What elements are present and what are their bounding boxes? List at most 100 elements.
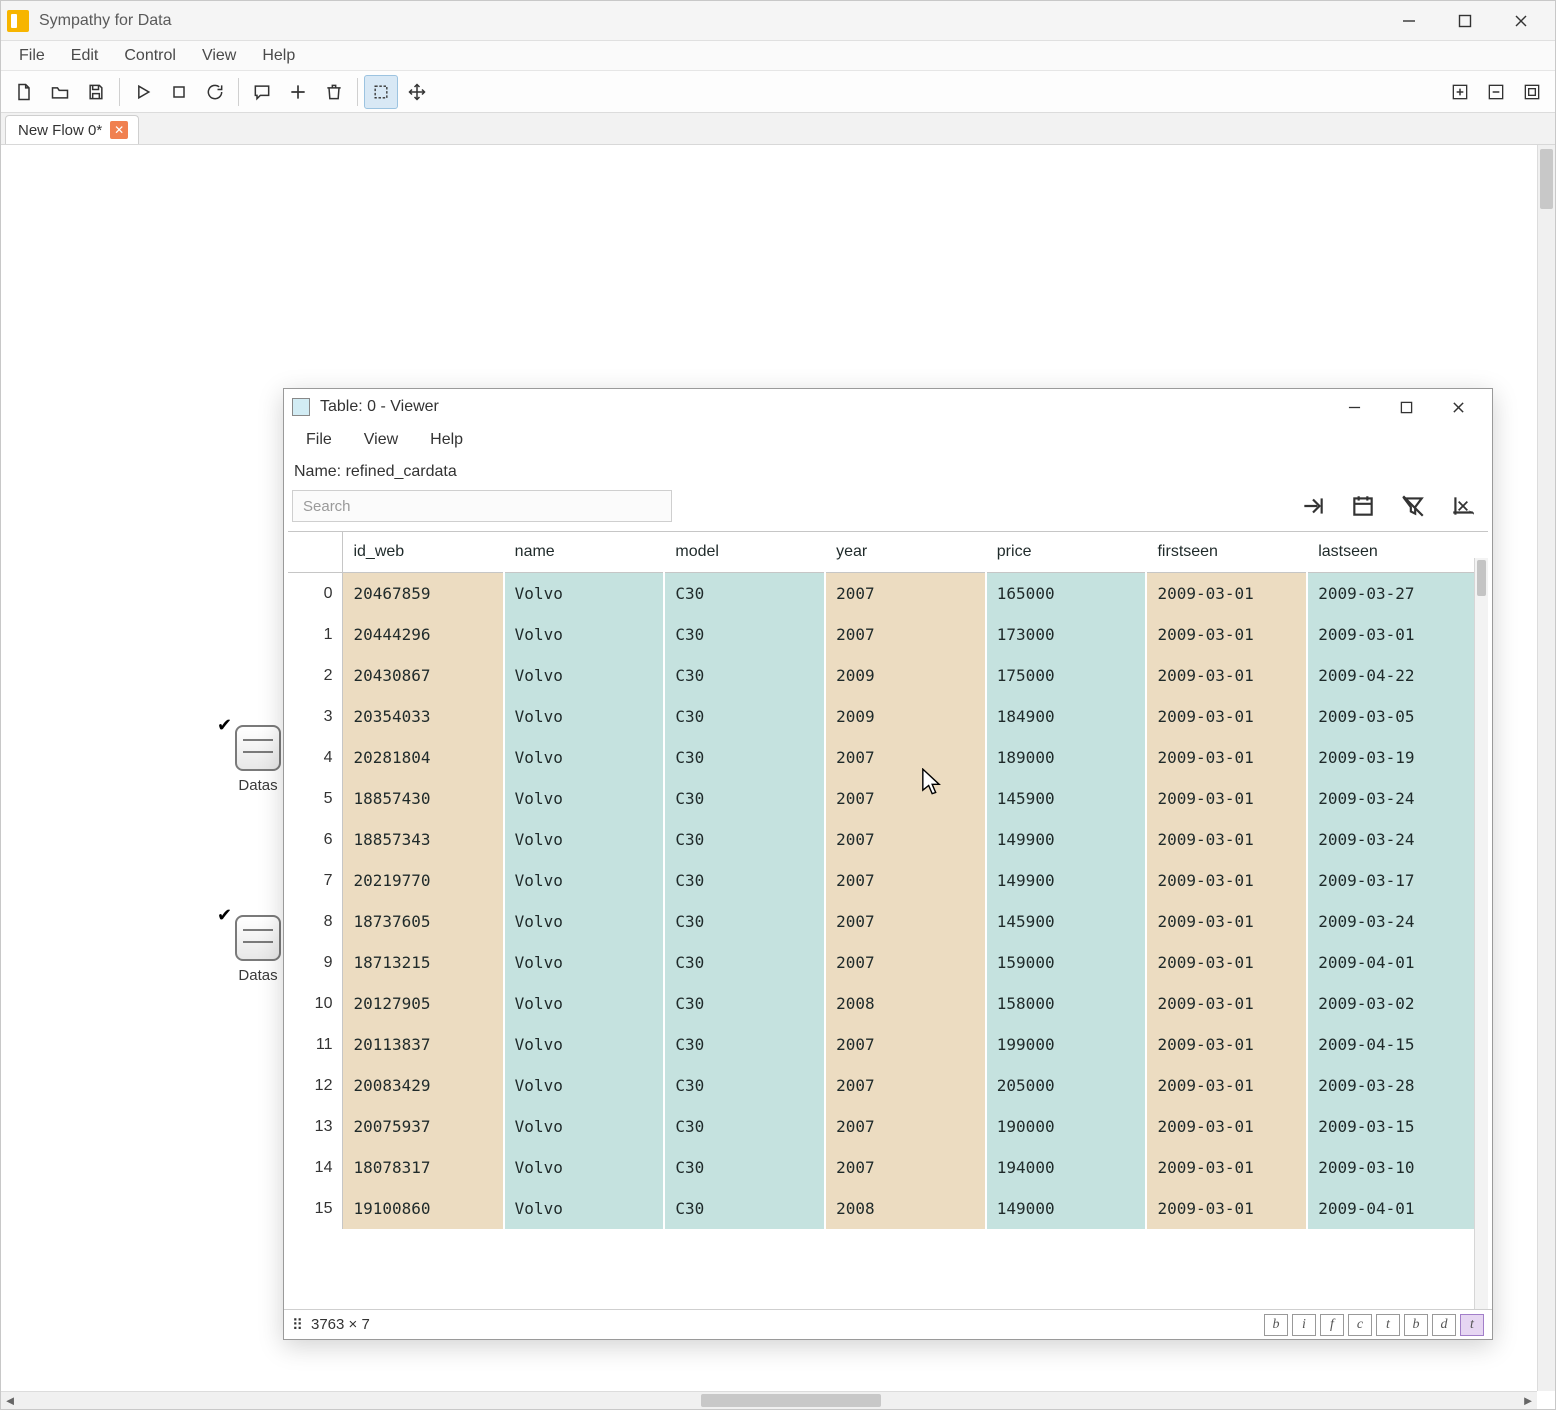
reload-icon[interactable] <box>198 75 232 109</box>
cell[interactable]: 2007 <box>825 942 986 983</box>
col-header[interactable]: year <box>825 532 986 573</box>
cell[interactable]: 2009-04-01 <box>1307 1188 1487 1229</box>
cell[interactable]: 158000 <box>986 983 1147 1024</box>
cell[interactable]: 2009-03-01 <box>1146 1024 1307 1065</box>
row-index[interactable]: 7 <box>288 860 343 901</box>
row-index[interactable]: 11 <box>288 1024 343 1065</box>
cell[interactable]: 2007 <box>825 614 986 655</box>
table-row[interactable]: 1418078317VolvoC3020071940002009-03-0120… <box>288 1147 1487 1188</box>
cell[interactable]: C30 <box>664 737 825 778</box>
col-header[interactable]: id_web <box>343 532 504 573</box>
cell[interactable]: 2007 <box>825 1024 986 1065</box>
cell[interactable]: 149900 <box>986 860 1147 901</box>
dtype-badge[interactable]: f <box>1320 1314 1344 1336</box>
cell[interactable]: 2009-03-01 <box>1146 819 1307 860</box>
cell[interactable]: 2009-03-01 <box>1146 696 1307 737</box>
table-row[interactable]: 1020127905VolvoC3020081580002009-03-0120… <box>288 983 1487 1024</box>
cell[interactable]: 2009-04-15 <box>1307 1024 1487 1065</box>
row-index[interactable]: 0 <box>288 573 343 615</box>
cell[interactable]: 2009-03-02 <box>1307 983 1487 1024</box>
cell[interactable]: 2009-03-01 <box>1146 1188 1307 1229</box>
open-folder-icon[interactable] <box>43 75 77 109</box>
col-header[interactable]: model <box>664 532 825 573</box>
cell[interactable]: 2009-03-01 <box>1146 614 1307 655</box>
row-index[interactable]: 9 <box>288 942 343 983</box>
table-vertical-scrollbar[interactable] <box>1474 558 1488 1309</box>
row-index[interactable]: 10 <box>288 983 343 1024</box>
table-row[interactable]: 1519100860VolvoC3020081490002009-03-0120… <box>288 1188 1487 1229</box>
flow-tab[interactable]: New Flow 0* ✕ <box>5 115 139 144</box>
menu-view[interactable]: View <box>190 43 248 69</box>
cell[interactable]: Volvo <box>504 860 665 901</box>
cell[interactable]: 149000 <box>986 1188 1147 1229</box>
cell[interactable]: 205000 <box>986 1065 1147 1106</box>
cell[interactable]: 18857430 <box>343 778 504 819</box>
cell[interactable]: 18713215 <box>343 942 504 983</box>
cell[interactable]: 19100860 <box>343 1188 504 1229</box>
table-row[interactable]: 720219770VolvoC3020071499002009-03-01200… <box>288 860 1487 901</box>
cell[interactable]: 2009-03-01 <box>1146 983 1307 1024</box>
cell[interactable]: Volvo <box>504 737 665 778</box>
table-row[interactable]: 1120113837VolvoC3020071990002009-03-0120… <box>288 1024 1487 1065</box>
cell[interactable]: C30 <box>664 614 825 655</box>
cell[interactable]: 175000 <box>986 655 1147 696</box>
maximize-button[interactable] <box>1437 1 1493 41</box>
dtype-badge[interactable]: t <box>1376 1314 1400 1336</box>
search-input[interactable]: Search <box>292 490 672 522</box>
cell[interactable]: 2009-03-27 <box>1307 573 1487 615</box>
cell[interactable]: C30 <box>664 655 825 696</box>
table-row[interactable]: 1320075937VolvoC3020071900002009-03-0120… <box>288 1106 1487 1147</box>
scrollbar-thumb[interactable] <box>1477 560 1486 596</box>
cell[interactable]: C30 <box>664 1024 825 1065</box>
cell[interactable]: 2008 <box>825 1188 986 1229</box>
cell[interactable]: 145900 <box>986 901 1147 942</box>
viewer-maximize-button[interactable] <box>1380 389 1432 425</box>
table-row[interactable]: 818737605VolvoC3020071459002009-03-01200… <box>288 901 1487 942</box>
cell[interactable]: Volvo <box>504 942 665 983</box>
cell[interactable]: 2009-03-28 <box>1307 1065 1487 1106</box>
cell[interactable]: 20127905 <box>343 983 504 1024</box>
cell[interactable]: Volvo <box>504 1024 665 1065</box>
new-file-icon[interactable] <box>7 75 41 109</box>
viewer-menu-help[interactable]: Help <box>416 428 477 452</box>
cell[interactable]: 2009-04-01 <box>1307 942 1487 983</box>
canvas-vertical-scrollbar[interactable] <box>1537 145 1555 1391</box>
table-row[interactable]: 420281804VolvoC3020071890002009-03-01200… <box>288 737 1487 778</box>
cell[interactable]: C30 <box>664 942 825 983</box>
cell[interactable]: 145900 <box>986 778 1147 819</box>
cell[interactable]: C30 <box>664 983 825 1024</box>
menu-control[interactable]: Control <box>112 43 188 69</box>
cell[interactable]: Volvo <box>504 901 665 942</box>
cell[interactable]: 20113837 <box>343 1024 504 1065</box>
dtype-badge[interactable]: b <box>1404 1314 1428 1336</box>
clear-filter-icon[interactable] <box>1392 487 1434 525</box>
cell[interactable]: 2009 <box>825 655 986 696</box>
col-header[interactable]: lastseen <box>1307 532 1487 573</box>
cell[interactable]: 194000 <box>986 1147 1147 1188</box>
cell[interactable]: 2007 <box>825 1147 986 1188</box>
row-index[interactable]: 14 <box>288 1147 343 1188</box>
cell[interactable]: 189000 <box>986 737 1147 778</box>
menu-file[interactable]: File <box>7 43 57 69</box>
cell[interactable]: Volvo <box>504 696 665 737</box>
table-row[interactable]: 918713215VolvoC3020071590002009-03-01200… <box>288 942 1487 983</box>
cell[interactable]: Volvo <box>504 573 665 615</box>
cell[interactable]: 2009-03-01 <box>1146 901 1307 942</box>
cell[interactable]: 2007 <box>825 737 986 778</box>
cell[interactable]: 184900 <box>986 696 1147 737</box>
cell[interactable]: Volvo <box>504 1147 665 1188</box>
cell[interactable]: 2009-03-05 <box>1307 696 1487 737</box>
cell[interactable]: 2009-03-24 <box>1307 901 1487 942</box>
cell[interactable]: 190000 <box>986 1106 1147 1147</box>
cell[interactable]: 2009-03-24 <box>1307 819 1487 860</box>
cell[interactable]: 2009-03-10 <box>1307 1147 1487 1188</box>
cell[interactable]: C30 <box>664 1106 825 1147</box>
scroll-left-icon[interactable]: ◄ <box>1 1392 19 1409</box>
close-button[interactable] <box>1493 1 1549 41</box>
cell[interactable]: C30 <box>664 901 825 942</box>
dtype-badge[interactable]: i <box>1292 1314 1316 1336</box>
cell[interactable]: 199000 <box>986 1024 1147 1065</box>
row-index[interactable]: 1 <box>288 614 343 655</box>
cell[interactable]: Volvo <box>504 1065 665 1106</box>
cell[interactable]: 20444296 <box>343 614 504 655</box>
